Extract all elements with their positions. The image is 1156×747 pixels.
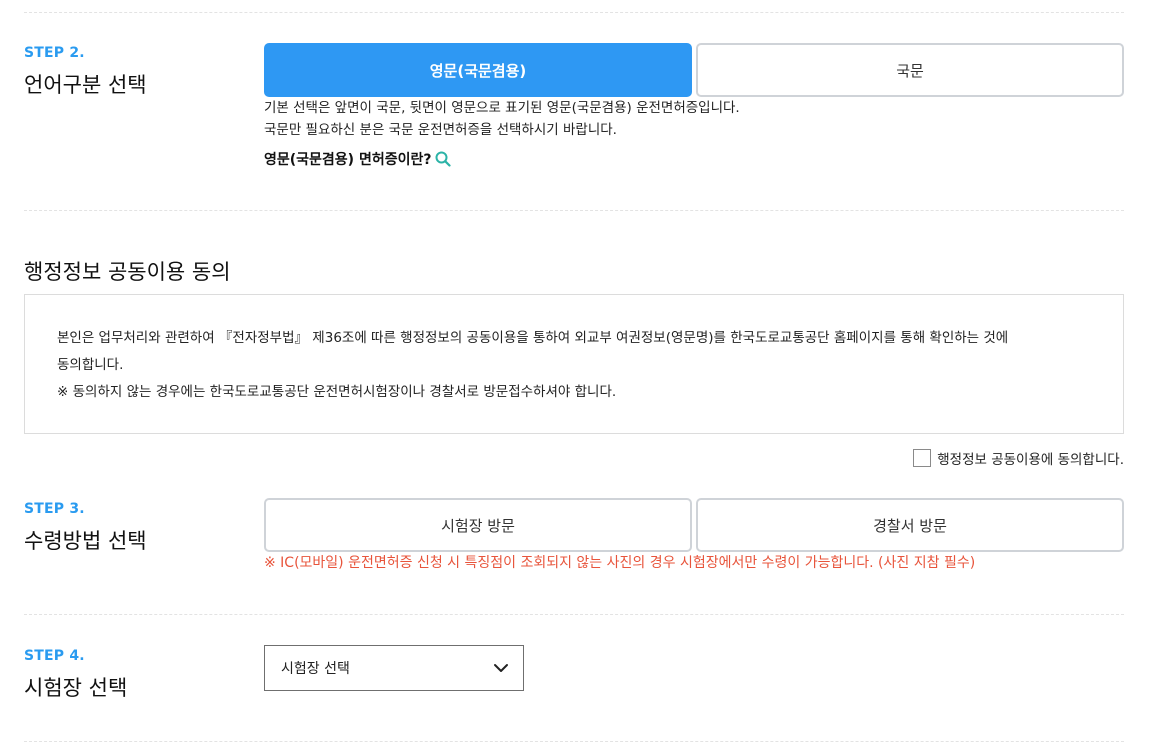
consent-checkbox-row[interactable]: 행정정보 공동이용에 동의합니다. (913, 448, 1124, 468)
step2-title: 언어구분 선택 (24, 73, 147, 97)
step4-label: STEP 4. (24, 648, 85, 664)
option-korean-label: 국문 (896, 61, 924, 80)
divider-bottom (24, 741, 1124, 742)
consent-checkbox[interactable] (913, 449, 932, 467)
step2-description-line1: 기본 선택은 앞면이 국문, 뒷면이 영문으로 표기된 영문(국문겸용) 운전면… (264, 100, 740, 116)
consent-body-line1: 본인은 업무처리와 관련하여 『전자정부법』 제36조에 따른 행정정보의 공동… (57, 330, 1009, 346)
option-english-label: 영문(국문겸용) (429, 61, 527, 80)
option-police-label: 경찰서 방문 (873, 516, 947, 535)
option-korean-button[interactable]: 국문 (696, 43, 1124, 97)
divider-top (24, 12, 1124, 13)
option-test-center-label: 시험장 방문 (441, 516, 515, 535)
step2-description-line2: 국문만 필요하신 분은 국문 운전면허증을 선택하시기 바랍니다. (264, 122, 617, 138)
step2-label: STEP 2. (24, 45, 85, 61)
option-english-button[interactable]: 영문(국문겸용) (264, 43, 692, 97)
divider-step3 (24, 614, 1124, 615)
step4-title: 시험장 선택 (24, 676, 128, 700)
consent-checkbox-label[interactable]: 행정정보 공동이용에 동의합니다. (937, 448, 1124, 468)
chevron-down-icon (493, 663, 509, 673)
consent-box: 본인은 업무처리와 관련하여 『전자정부법』 제36조에 따른 행정정보의 공동… (24, 294, 1124, 434)
step3-warning: ※ IC(모바일) 운전면허증 신청 시 특징점이 조회되지 않는 사진의 경우… (264, 555, 976, 571)
option-police-button[interactable]: 경찰서 방문 (696, 498, 1124, 552)
consent-title: 행정정보 공동이용 동의 (24, 260, 231, 284)
test-center-select[interactable]: 시험장 선택 (264, 645, 524, 691)
consent-body-line2: 동의합니다. (57, 357, 124, 373)
english-license-info-link[interactable]: 영문(국문겸용) 면허증이란? (264, 149, 452, 169)
step2-description: 기본 선택은 앞면이 국문, 뒷면이 영문으로 표기된 영문(국문겸용) 운전면… (264, 97, 740, 141)
step3-title: 수령방법 선택 (24, 529, 147, 553)
option-test-center-button[interactable]: 시험장 방문 (264, 498, 692, 552)
step3-label: STEP 3. (24, 501, 85, 517)
search-icon (435, 151, 452, 167)
english-license-info-text: 영문(국문겸용) 면허증이란? (264, 152, 432, 168)
consent-body-line3: ※ 동의하지 않는 경우에는 한국도로교통공단 운전면허시험장이나 경찰서로 방… (57, 384, 617, 400)
test-center-select-value: 시험장 선택 (281, 661, 350, 677)
divider-step2 (24, 210, 1124, 211)
